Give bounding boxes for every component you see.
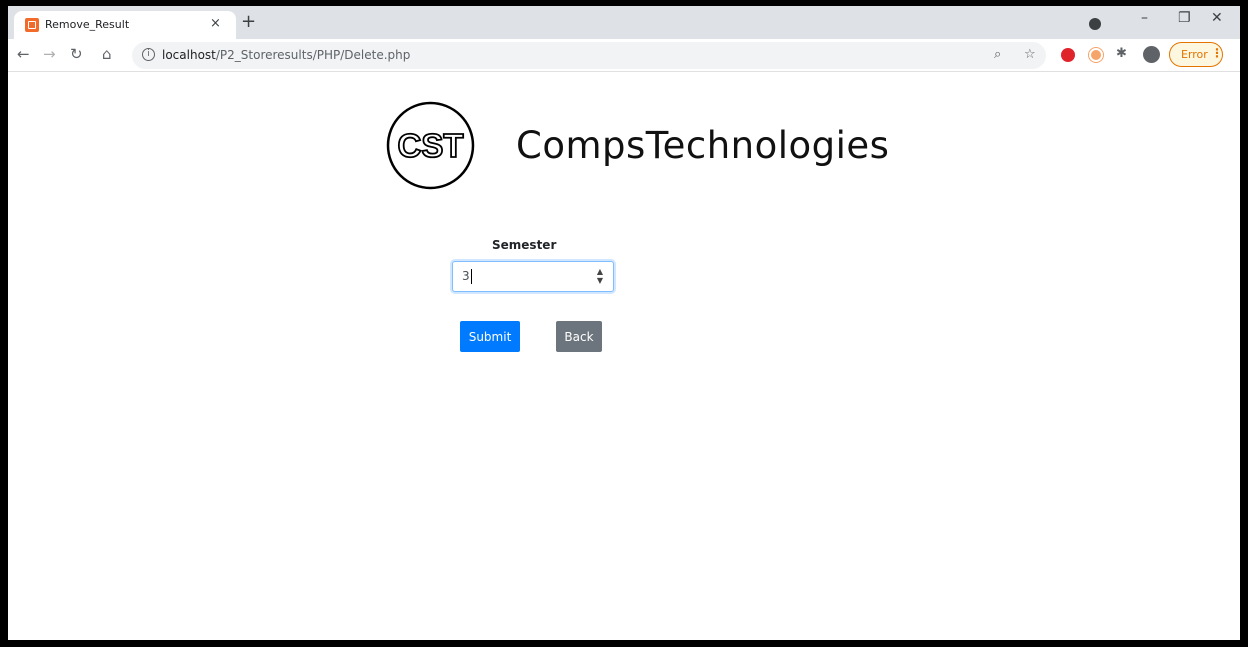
- honey-extension-icon[interactable]: [1089, 48, 1103, 62]
- home-icon[interactable]: ⌂: [102, 45, 112, 63]
- tab-close-icon[interactable]: ×: [210, 16, 221, 31]
- spinner-icon[interactable]: ▲ ▼: [597, 267, 603, 285]
- tab-title: Remove_Result: [45, 18, 130, 31]
- zoom-icon[interactable]: ⌕: [994, 47, 1001, 62]
- close-window-icon[interactable]: ✕: [1211, 10, 1223, 26]
- star-icon[interactable]: ☆: [1024, 47, 1036, 62]
- tab-strip: Remove_Result × + – ❐ ✕: [8, 6, 1240, 39]
- error-button[interactable]: Error ⋮: [1169, 42, 1223, 67]
- cst-logo: CST: [386, 101, 475, 190]
- tab-remove-result[interactable]: Remove_Result ×: [14, 11, 236, 39]
- menu-icon: ⋮: [1211, 46, 1223, 60]
- browser-toolbar: ← → ↻ ⌂ i localhost/P2_Storeresults/PHP/…: [8, 39, 1240, 72]
- address-bar[interactable]: i localhost/P2_Storeresults/PHP/Delete.p…: [132, 42, 1046, 69]
- xampp-favicon-icon: [25, 18, 39, 32]
- back-arrow-icon[interactable]: ←: [17, 45, 30, 63]
- semester-value: 3: [462, 269, 470, 283]
- reload-icon[interactable]: ↻: [70, 45, 83, 63]
- submit-button[interactable]: Submit: [460, 321, 520, 352]
- semester-label: Semester: [492, 238, 557, 252]
- opera-extension-icon[interactable]: [1061, 48, 1075, 62]
- back-button[interactable]: Back: [556, 321, 602, 352]
- minimize-icon[interactable]: –: [1141, 10, 1148, 26]
- info-icon[interactable]: i: [142, 48, 155, 61]
- restore-icon[interactable]: ❐: [1178, 10, 1191, 26]
- text-caret: [471, 269, 472, 284]
- new-tab-icon[interactable]: +: [241, 11, 256, 32]
- extension-puzzle-icon[interactable]: ✱: [1116, 46, 1127, 61]
- svg-text:CST: CST: [398, 127, 464, 164]
- tab-search-icon[interactable]: [1089, 18, 1101, 30]
- browser-window: Remove_Result × + – ❐ ✕ ← → ↻ ⌂ i localh…: [8, 6, 1240, 640]
- url-text[interactable]: localhost/P2_Storeresults/PHP/Delete.php: [162, 48, 410, 62]
- brand-title: CompsTechnologies: [516, 124, 890, 167]
- forward-arrow-icon[interactable]: →: [43, 45, 56, 63]
- page-content: CST CompsTechnologies Semester 3 ▲ ▼ Subm…: [8, 72, 1240, 640]
- profile-avatar-icon[interactable]: [1143, 46, 1160, 63]
- semester-input[interactable]: 3 ▲ ▼: [452, 261, 614, 292]
